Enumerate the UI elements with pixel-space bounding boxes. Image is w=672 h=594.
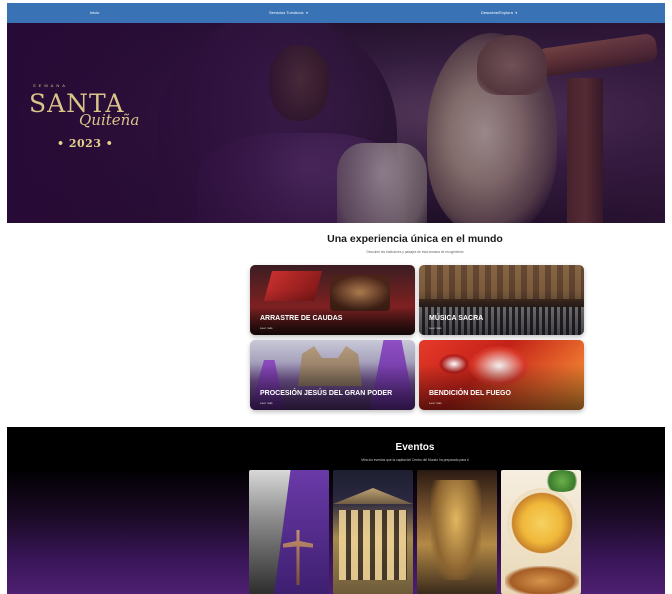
nav-item-servicios[interactable]: Servicios Turísticos ▼ <box>269 3 308 23</box>
card-arrastre-de-caudas[interactable]: ARRASTRE DE CAUDAS Leer más <box>250 265 415 335</box>
logo-year-text: • 2023 • <box>57 137 114 150</box>
section-subtitle: Descubre las tradiciones y paisajes de e… <box>366 250 464 254</box>
card-musica-sacra[interactable]: MÚSICA SACRA Leer más <box>419 265 584 335</box>
logo-script-text: Quiteña <box>79 111 140 129</box>
section-subtitle: Mira los eventos que la capital del Cent… <box>361 458 469 462</box>
events-section: Eventos Mira los eventos que la capital … <box>7 427 665 594</box>
fanesca-dish-photo-icon <box>507 488 577 558</box>
section-title: Una experiencia única en el mundo <box>327 233 503 245</box>
card-title: MÚSICA SACRA <box>429 315 484 322</box>
card-link[interactable]: Leer más <box>260 401 273 405</box>
card-procesion-jesus[interactable]: PROCESIÓN JESÚS DEL GRAN PODER Leer más <box>250 340 415 410</box>
logo-top-text: SEMANA <box>33 83 68 88</box>
experience-section: Una experiencia única en el mundo Descub… <box>7 223 665 426</box>
nav-item-label: Inicio <box>90 10 100 15</box>
card-title: PROCESIÓN JESÚS DEL GRAN PODER <box>260 390 393 397</box>
event-card[interactable] <box>249 470 329 594</box>
nav-item-descubre[interactable]: Descubre/Explora ▼ <box>481 3 518 23</box>
card-link[interactable]: Leer más <box>260 326 273 330</box>
event-card[interactable] <box>333 470 413 594</box>
garnish-icon <box>543 470 581 492</box>
procession-photo-icon <box>274 470 329 594</box>
card-bendicion-del-fuego[interactable]: BENDICIÓN DEL FUEGO Leer más <box>419 340 584 410</box>
nav-item-inicio[interactable]: Inicio <box>90 3 99 23</box>
nav-item-label: Descubre/Explora <box>481 10 513 15</box>
hero-banner: SEMANA SANTA Quiteña • 2023 • <box>7 23 665 223</box>
semana-santa-logo: SEMANA SANTA Quiteña • 2023 • <box>29 83 149 183</box>
card-title: BENDICIÓN DEL FUEGO <box>429 390 511 397</box>
chevron-down-icon: ▼ <box>514 11 518 15</box>
event-card[interactable] <box>417 470 497 594</box>
event-card[interactable] <box>501 470 581 594</box>
chevron-down-icon: ▼ <box>305 11 309 15</box>
empanada-icon <box>505 566 579 594</box>
card-title: ARRASTRE DE CAUDAS <box>260 315 343 322</box>
church-altar-photo-icon <box>431 480 481 580</box>
nav-item-label: Servicios Turísticos <box>269 10 304 15</box>
theater-facade-icon <box>339 510 407 580</box>
theater-photo-icon <box>333 488 413 504</box>
page: Inicio Servicios Turísticos ▼ Descubre/Ex… <box>7 0 665 594</box>
card-link[interactable]: Leer más <box>429 326 442 330</box>
section-title: Eventos <box>395 442 435 453</box>
card-link[interactable]: Leer más <box>429 401 442 405</box>
top-nav: Inicio Servicios Turísticos ▼ Descubre/Ex… <box>7 3 665 23</box>
